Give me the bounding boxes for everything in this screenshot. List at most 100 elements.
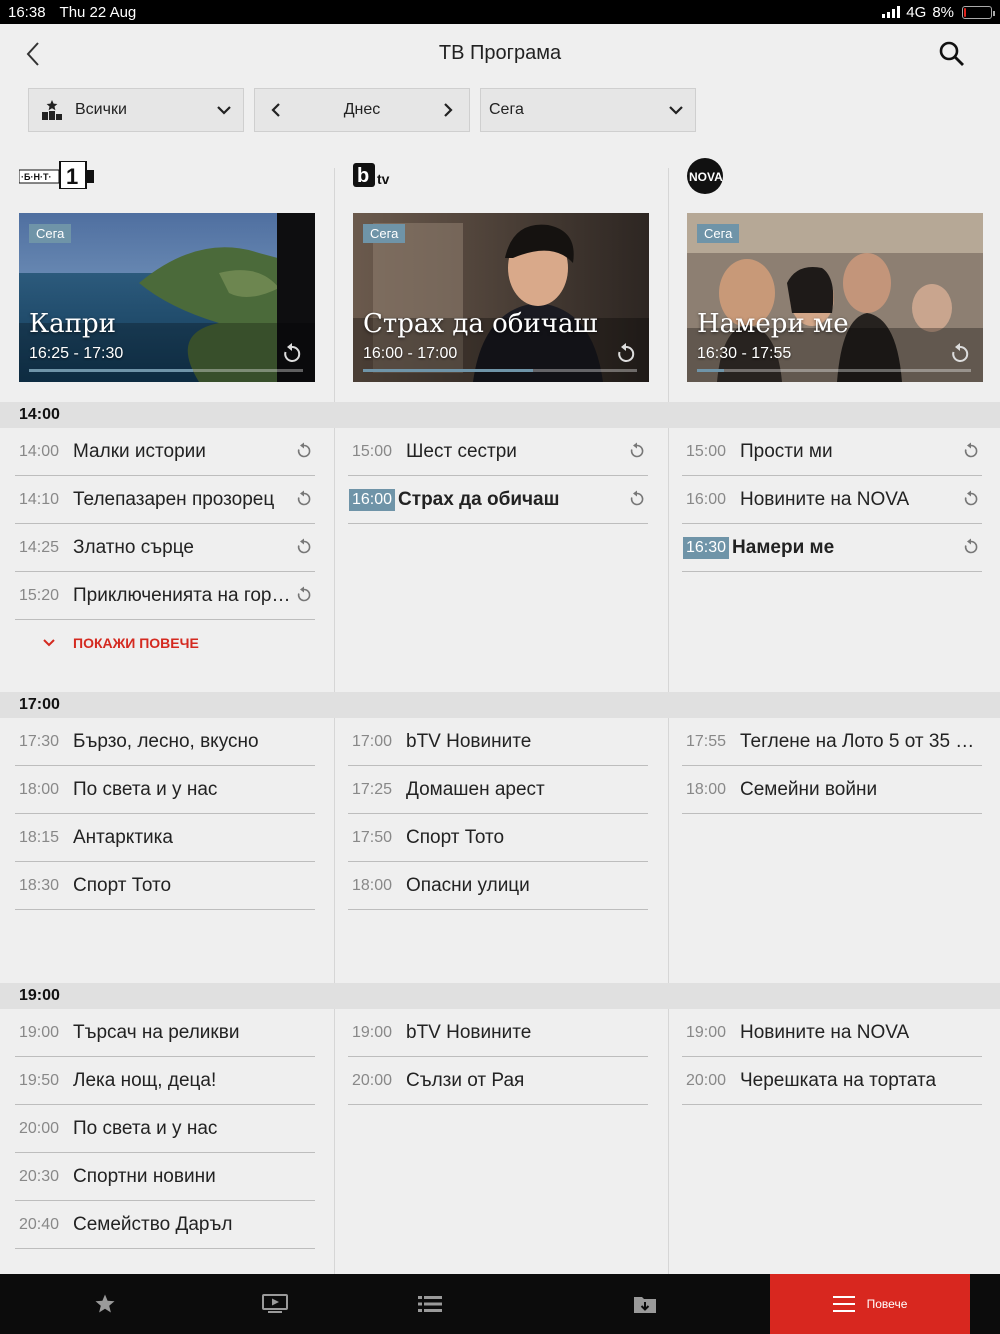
prev-day-button[interactable]: [271, 103, 281, 117]
replay-icon[interactable]: [949, 343, 971, 365]
tab-live-tv[interactable]: [210, 1274, 340, 1334]
now-badge: Сега: [29, 224, 72, 243]
program-item-current[interactable]: 16:30 Намери ме: [682, 524, 982, 572]
top-bar: ТВ Програма: [0, 24, 1000, 86]
program-item[interactable]: 14:00 Малки истории: [15, 428, 315, 476]
program-item[interactable]: 18:00 По света и у нас: [15, 766, 315, 814]
program-item[interactable]: 20:00 Сълзи от Рая: [348, 1057, 648, 1105]
search-icon: [939, 41, 964, 66]
schedule-list-nova-19: 19:00 Новините на NOVA 20:00 Черешката на …: [682, 1009, 982, 1105]
program-name: По света и у нас: [73, 1117, 218, 1139]
program-item[interactable]: 15:20 Приключенията на горс…: [15, 572, 315, 620]
now-card-btv[interactable]: Сега Страх да обичаш 16:00 - 17:00: [353, 213, 649, 382]
program-name: bTV Новините: [406, 1021, 532, 1043]
program-name: Теглене на Лото 5 от 35 - "…: [740, 730, 978, 752]
program-item[interactable]: 17:30 Бързо, лесно, вкусно: [15, 718, 315, 766]
program-item-current[interactable]: 16:00 Страх да обичаш: [348, 476, 648, 524]
program-name: Приключенията на горс…: [73, 584, 295, 606]
program-item[interactable]: 18:15 Антарктика: [15, 814, 315, 862]
next-day-button[interactable]: [443, 103, 453, 117]
bottom-tab-bar: Повече: [0, 1274, 1000, 1334]
replay-icon[interactable]: [615, 343, 637, 365]
program-item[interactable]: 15:00 Шест сестри: [348, 428, 648, 476]
replay-icon[interactable]: [295, 586, 313, 604]
schedule-list-bnt1-14: 14:00 Малки истории 14:10 Телепазарен проз…: [15, 428, 315, 620]
program-item[interactable]: 14:10 Телепазарен прозорец: [15, 476, 315, 524]
time-select[interactable]: Сега: [480, 88, 696, 132]
program-time: 17:50: [352, 828, 393, 846]
now-progress: [363, 369, 533, 372]
program-name: Златно сърце: [73, 536, 194, 558]
search-button[interactable]: [938, 40, 966, 68]
now-time: 16:00 - 17:00: [363, 345, 458, 362]
program-time: 14:00: [19, 442, 60, 460]
day-value: Днес: [343, 101, 381, 118]
replay-icon[interactable]: [295, 538, 313, 556]
program-time: 20:40: [19, 1215, 60, 1233]
nova-logo[interactable]: NOVA: [686, 157, 724, 200]
tab-tv-guide[interactable]: [340, 1274, 520, 1334]
program-time: 16:00: [686, 490, 727, 508]
now-card-nova[interactable]: Сега Намери ме 16:30 - 17:55: [687, 213, 983, 382]
btv-logo[interactable]: b tv: [353, 163, 397, 192]
program-name: Спортни новини: [73, 1165, 216, 1187]
program-item[interactable]: 17:25 Домашен арест: [348, 766, 648, 814]
program-time: 16:30: [683, 536, 730, 559]
replay-icon[interactable]: [295, 490, 313, 508]
program-item[interactable]: 17:55 Теглене на Лото 5 от 35 - "…: [682, 718, 982, 766]
program-time: 16:00: [349, 488, 396, 511]
column-divider: [668, 168, 669, 1274]
replay-icon[interactable]: [962, 490, 980, 508]
program-item[interactable]: 18:00 Семейни войни: [682, 766, 982, 814]
category-select[interactable]: Всички: [28, 88, 244, 132]
program-name: Спорт Тото: [406, 826, 505, 848]
now-progress: [29, 369, 194, 372]
replay-icon[interactable]: [962, 442, 980, 460]
bnt1-logo[interactable]: ·Б·Н·Т· 1: [18, 160, 95, 194]
program-item[interactable]: 14:25 Златно сърце: [15, 524, 315, 572]
program-item[interactable]: 18:30 Спорт Тото: [15, 862, 315, 910]
svg-text:tv: tv: [377, 171, 390, 187]
program-item[interactable]: 20:00 Черешката на тортата: [682, 1057, 982, 1105]
now-title: Капри: [29, 309, 116, 339]
program-item[interactable]: 20:30 Спортни новини: [15, 1153, 315, 1201]
show-more-button[interactable]: ПОКАЖИ ПОВЕЧЕ: [43, 635, 199, 651]
program-item[interactable]: 18:00 Опасни улици: [348, 862, 648, 910]
time-value: Сега: [489, 101, 524, 118]
now-card-bnt1[interactable]: Сега Капри 16:25 - 17:30: [19, 213, 315, 382]
program-item[interactable]: 19:00 Новините на NOVA: [682, 1009, 982, 1057]
tab-library[interactable]: [520, 1274, 770, 1334]
program-item[interactable]: 19:50 Лека нощ, деца!: [15, 1057, 315, 1105]
program-time: 17:00: [352, 732, 393, 750]
replay-icon[interactable]: [628, 442, 646, 460]
tv-play-icon: [262, 1294, 288, 1313]
category-value: Всички: [75, 101, 127, 118]
program-item[interactable]: 17:00 bTV Новините: [348, 718, 648, 766]
program-item[interactable]: 19:00 Търсач на реликви: [15, 1009, 315, 1057]
program-name: Страх да обичаш: [398, 488, 560, 510]
program-item[interactable]: 20:00 По света и у нас: [15, 1105, 315, 1153]
program-name: Семейни войни: [740, 778, 878, 800]
program-time: 19:00: [19, 1023, 60, 1041]
now-progress-track: [363, 369, 637, 372]
svg-text:b: b: [357, 165, 369, 187]
program-name: Шест сестри: [406, 440, 517, 462]
tab-more[interactable]: Повече: [770, 1274, 970, 1334]
now-badge: Сега: [363, 224, 406, 243]
program-item[interactable]: 17:50 Спорт Тото: [348, 814, 648, 862]
replay-icon[interactable]: [628, 490, 646, 508]
schedule-list-btv-17: 17:00 bTV Новините 17:25 Домашен арест 17:…: [348, 718, 648, 910]
battery-label: 8%: [932, 3, 954, 21]
program-item[interactable]: 19:00 bTV Новините: [348, 1009, 648, 1057]
program-item[interactable]: 15:00 Прости ми: [682, 428, 982, 476]
network-label: 4G: [906, 3, 927, 21]
program-time: 15:00: [686, 442, 727, 460]
replay-icon[interactable]: [295, 442, 313, 460]
program-item[interactable]: 16:00 Новините на NOVA: [682, 476, 982, 524]
replay-icon[interactable]: [281, 343, 303, 365]
program-time: 18:00: [352, 876, 393, 894]
program-item[interactable]: 20:40 Семейство Даръл: [15, 1201, 315, 1249]
replay-icon[interactable]: [962, 538, 980, 556]
battery-icon: [962, 5, 995, 19]
tab-favorites[interactable]: [0, 1274, 210, 1334]
